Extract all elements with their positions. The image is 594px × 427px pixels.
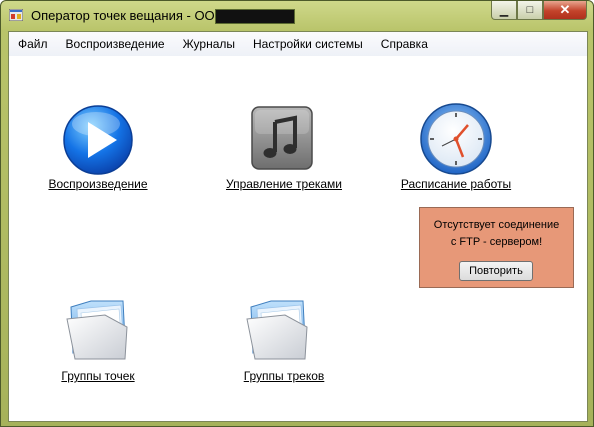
tracks-tile[interactable]: Управление треками <box>226 74 342 192</box>
ftp-error-line2: с FTP - сервером! <box>450 236 543 248</box>
app-icon <box>9 9 23 21</box>
menu-help[interactable]: Справка <box>372 33 437 55</box>
menu-file[interactable]: Файл <box>9 33 57 55</box>
title-bar[interactable]: Оператор точек вещания - ООО ▁ □ ✕ <box>1 1 593 31</box>
track-groups-tile[interactable]: Группы треков <box>229 287 339 387</box>
retry-button[interactable]: Повторить <box>459 261 533 281</box>
playback-tile[interactable]: Воспроизведение <box>48 74 148 192</box>
close-icon: ✕ <box>559 2 571 17</box>
minimize-button[interactable]: ▁ <box>491 1 517 20</box>
maximize-icon: □ <box>526 4 534 16</box>
menu-logs[interactable]: Журналы <box>174 33 244 55</box>
minimize-icon: ▁ <box>499 4 509 17</box>
close-button[interactable]: ✕ <box>543 1 587 20</box>
window-title: Оператор точек вещания - ООО <box>31 8 225 23</box>
app-window: Оператор точек вещания - ООО ▁ □ ✕ Файл … <box>0 0 594 427</box>
menu-bar: Файл Воспроизведение Журналы Настройки с… <box>9 32 587 56</box>
music-note-icon[interactable] <box>251 106 313 170</box>
play-icon[interactable] <box>62 104 134 176</box>
schedule-tile[interactable]: Расписание работы <box>401 74 511 192</box>
client-area: Файл Воспроизведение Журналы Настройки с… <box>8 31 588 422</box>
menu-playback[interactable]: Воспроизведение <box>57 33 174 55</box>
schedule-label[interactable]: Расписание работы <box>401 177 511 191</box>
tracks-label[interactable]: Управление треками <box>226 177 342 191</box>
point-groups-tile[interactable]: Группы точек <box>53 287 143 387</box>
clock-icon[interactable] <box>419 102 493 176</box>
point-groups-label[interactable]: Группы точек <box>61 369 134 383</box>
folder-icon[interactable] <box>65 297 131 363</box>
maximize-button[interactable]: □ <box>517 1 543 20</box>
menu-settings[interactable]: Настройки системы <box>244 33 372 55</box>
ftp-error-line1: Отсутствует соединение <box>433 219 560 231</box>
track-groups-label[interactable]: Группы треков <box>244 369 325 383</box>
window-controls: ▁ □ ✕ <box>491 1 587 21</box>
redacted-company-name <box>215 9 295 24</box>
playback-label[interactable]: Воспроизведение <box>48 177 147 191</box>
folder-icon[interactable] <box>245 297 311 363</box>
ftp-error-panel: Отсутствует соединение с FTP - сервером!… <box>419 207 574 288</box>
